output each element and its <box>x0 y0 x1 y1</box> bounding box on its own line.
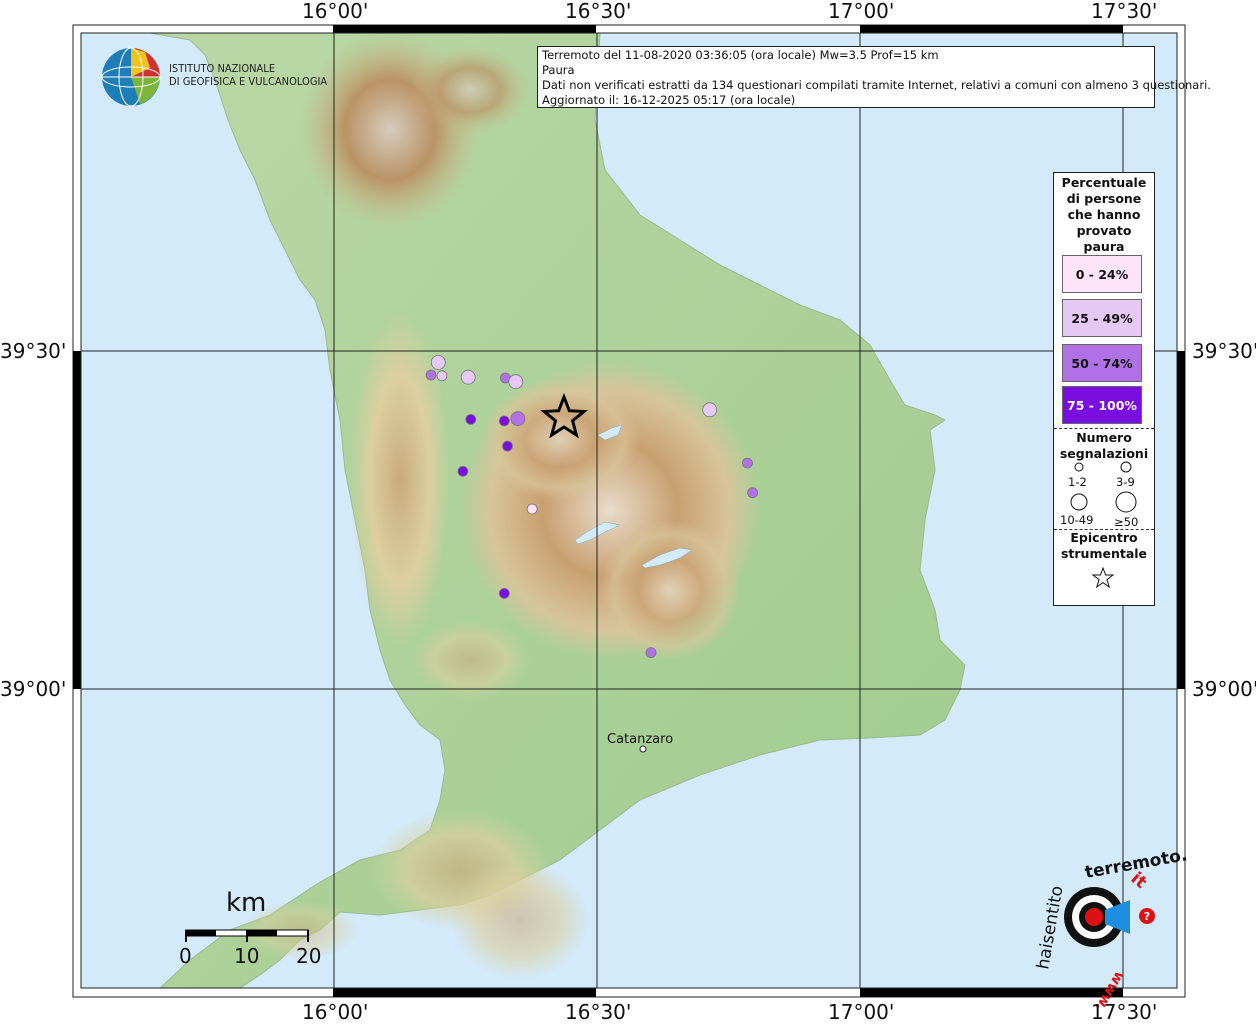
lon-label-top-1700: 17°00' <box>828 0 895 23</box>
observation-point-10 <box>457 465 469 477</box>
lon-label-bottom-1630: 16°30' <box>565 1000 632 1024</box>
legend-title: Percentuale di persone che hanno provato… <box>1061 175 1147 254</box>
observation-point-15 <box>498 588 510 599</box>
lat-label-right-3930: 39°30' <box>1192 339 1256 363</box>
observation-point-16 <box>645 647 657 658</box>
lon-label-bottom-1600: 16°00' <box>302 1000 369 1024</box>
legend: Percentuale di persone che hanno provato… <box>1053 172 1155 606</box>
scale-tick-0: 0 <box>179 944 192 968</box>
observation-point-11 <box>526 503 538 515</box>
lon-label-top-1730: 17°30' <box>1091 0 1158 23</box>
legend-count-10-49: 10-49 <box>1060 513 1094 527</box>
ingv-logo-line2: DI GEOFISICA E VULCANOLOGIA <box>169 75 328 88</box>
legend-count-1-2: 1-2 <box>1068 475 1087 489</box>
scale-tick-10: 10 <box>234 944 260 968</box>
observation-point-2 <box>436 370 448 382</box>
observation-point-6 <box>465 413 477 425</box>
lon-label-bottom-1730: 17°30' <box>1091 1000 1158 1024</box>
event-info-box: Terremoto del 11-08-2020 03:36:05 (ora l… <box>537 46 1211 108</box>
svg-text:?: ? <box>1144 910 1150 923</box>
observation-point-13 <box>742 457 753 469</box>
observation-point-5 <box>508 374 524 390</box>
catanzaro-label: Catanzaro <box>607 732 674 747</box>
legend-epicenter-star-icon <box>1091 566 1115 589</box>
observation-point-12 <box>702 402 718 418</box>
scale-unit-label: km <box>226 888 267 918</box>
lat-label-left-3930: 39°30' <box>0 339 67 363</box>
event-info-line1: Terremoto del 11-08-2020 03:36:05 (ora l… <box>542 48 939 62</box>
lat-label-right-3900: 39°00' <box>1192 677 1256 701</box>
observation-point-14 <box>747 487 758 499</box>
legend-epicenter-title: Epicentro strumentale <box>1060 530 1148 561</box>
lon-label-bottom-1700: 17°00' <box>828 1000 895 1024</box>
lat-label-left-3900: 39°00' <box>0 677 67 701</box>
event-info-line3: Dati non verificati estratti da 134 ques… <box>542 78 1211 92</box>
legend-count-3-9: 3-9 <box>1116 475 1135 489</box>
legend-class-25-49: 25 - 49% <box>1062 299 1142 337</box>
legend-class-50-74: 50 - 74% <box>1062 344 1142 382</box>
legend-class-75-100: 75 - 100% <box>1062 386 1142 424</box>
observation-point-0 <box>430 354 446 370</box>
observation-point-9 <box>502 440 513 452</box>
ingv-globe-icon <box>101 47 161 107</box>
event-info-line2: Paura <box>542 63 575 77</box>
event-info-line4: Aggiornato il: 16-12-2025 05:17 (ora loc… <box>542 93 796 107</box>
lon-label-top-1600: 16°00' <box>302 0 369 23</box>
observation-point-8 <box>510 411 526 427</box>
ingv-logo-line1: ISTITUTO NAZIONALE <box>169 62 276 75</box>
legend-separator <box>1054 428 1154 429</box>
observation-point-1 <box>425 369 437 381</box>
scale-tick-20: 20 <box>296 944 322 968</box>
ingv-logo-text: ISTITUTO NAZIONALE DI GEOFISICA E VULCAN… <box>169 62 327 88</box>
legend-count-50-plus: ≥50 <box>1114 515 1139 529</box>
lon-label-top-1630: 16°30' <box>565 0 632 23</box>
observation-point-7 <box>498 415 510 427</box>
legend-class-0-24: 0 - 24% <box>1062 255 1142 293</box>
observation-point-3 <box>460 369 476 385</box>
